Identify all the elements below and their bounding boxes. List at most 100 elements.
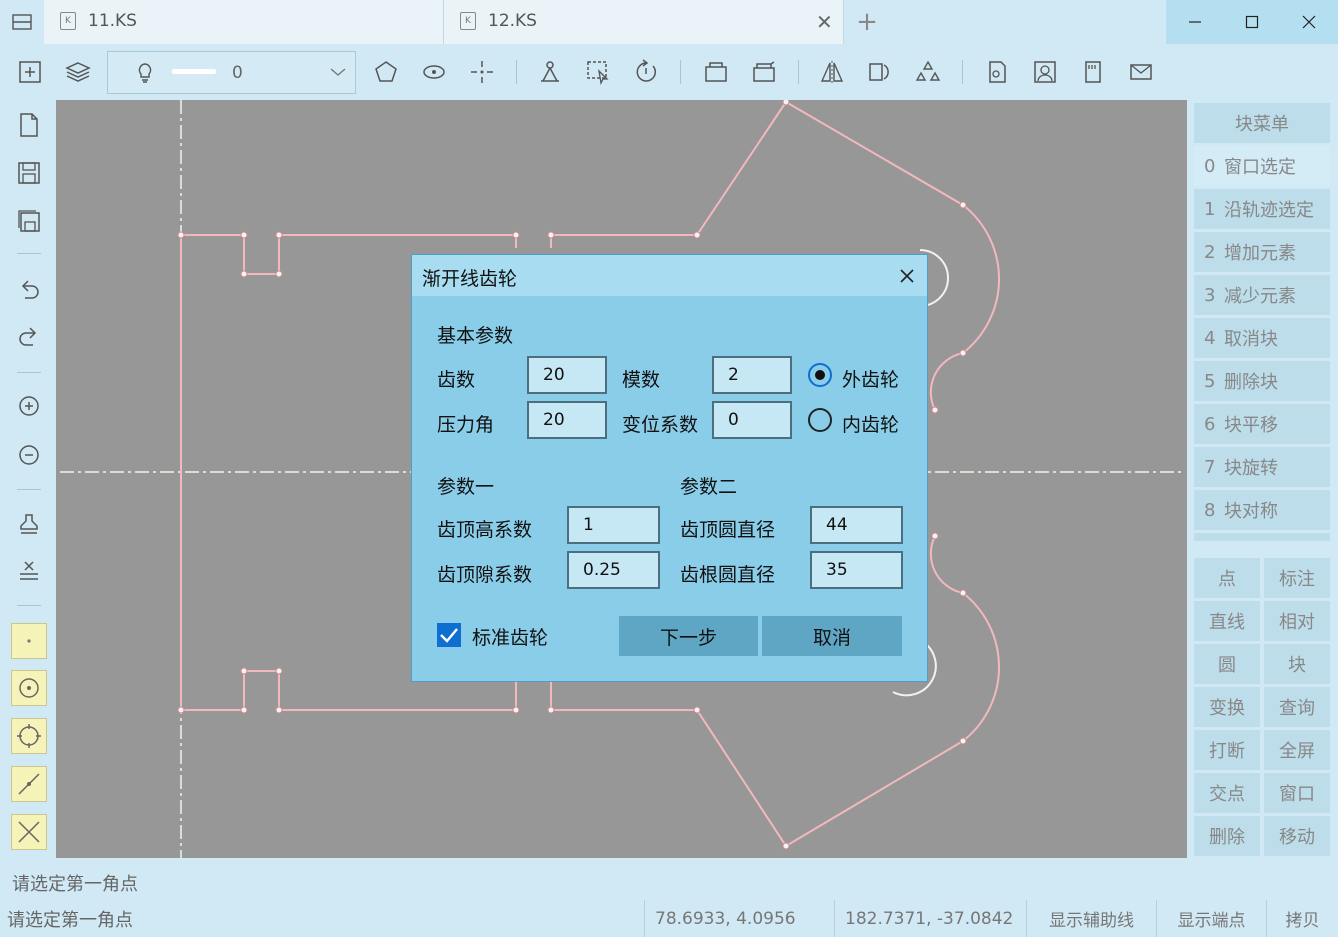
- array-icon[interactable]: [914, 58, 942, 86]
- minimize-icon[interactable]: [1166, 0, 1223, 44]
- intersection-button[interactable]: 交点: [1194, 773, 1260, 813]
- clearance-coef-input[interactable]: 0.25: [567, 551, 660, 589]
- layers-icon[interactable]: [64, 58, 92, 86]
- item-number: 2: [1204, 241, 1216, 263]
- addendum-coef-input[interactable]: 1: [567, 506, 660, 544]
- coord-text: 78.6933, 4.0956: [655, 908, 796, 929]
- block-menu-item[interactable]: 7 块旋转: [1194, 447, 1330, 487]
- block-menu-item[interactable]: 6 块平移: [1194, 404, 1330, 444]
- block-menu-title: 块菜单: [1235, 114, 1289, 135]
- save-icon[interactable]: [14, 158, 44, 188]
- button-label: 删除: [1209, 827, 1245, 848]
- snap-point-icon[interactable]: [11, 623, 47, 659]
- undo-icon[interactable]: [14, 274, 44, 304]
- zoom-out-icon[interactable]: [14, 440, 44, 470]
- input-value: 2: [728, 365, 739, 385]
- crosshair-icon[interactable]: [468, 58, 496, 86]
- dialog-close-icon[interactable]: [899, 268, 915, 284]
- ellipse-icon[interactable]: [420, 58, 448, 86]
- sd-card-icon[interactable]: [1079, 58, 1107, 86]
- item-label: 块旋转: [1224, 458, 1278, 479]
- maximize-icon[interactable]: [1223, 0, 1280, 44]
- title-bar: K 11.KS K 12.KS ✕ +: [0, 0, 1338, 44]
- shift-coef-input[interactable]: 0: [712, 401, 792, 439]
- app-menu-icon[interactable]: [0, 0, 44, 44]
- next-step-button[interactable]: 下一步: [619, 616, 758, 656]
- query-button[interactable]: 查询: [1264, 687, 1330, 727]
- move-button[interactable]: 移动: [1264, 816, 1330, 856]
- chevron-down-icon[interactable]: [330, 67, 346, 77]
- teeth-input[interactable]: 20: [527, 356, 607, 394]
- zoom-in-icon[interactable]: [14, 391, 44, 421]
- polygon-icon[interactable]: [372, 58, 400, 86]
- send-mail-icon[interactable]: [1127, 58, 1155, 86]
- window-button[interactable]: 窗口: [1264, 773, 1330, 813]
- clear-icon[interactable]: [14, 556, 44, 586]
- block-menu-item[interactable]: 8 块对称: [1194, 490, 1330, 530]
- block-menu-item[interactable]: 2 增加元素: [1194, 232, 1330, 272]
- toolbar-separator: [516, 60, 517, 84]
- toolbar-separator: [798, 60, 799, 84]
- new-tab-icon[interactable]: +: [845, 0, 889, 44]
- circle-button[interactable]: 圆: [1194, 644, 1260, 684]
- input-value: 20: [543, 365, 565, 385]
- block-menu-item[interactable]: 0 窗口选定: [1194, 146, 1330, 186]
- fullscreen-button[interactable]: 全屏: [1264, 730, 1330, 770]
- root-diameter-input[interactable]: 35: [810, 551, 903, 589]
- block-menu-item[interactable]: 4 取消块: [1194, 318, 1330, 358]
- mirror-icon[interactable]: [818, 58, 846, 86]
- copy-frame-icon[interactable]: [750, 58, 778, 86]
- compass-icon[interactable]: [536, 58, 564, 86]
- tip-diameter-input[interactable]: 44: [810, 506, 903, 544]
- select-region-icon[interactable]: [584, 58, 612, 86]
- delete-button[interactable]: 删除: [1194, 816, 1260, 856]
- layer-selector[interactable]: 0: [107, 51, 356, 94]
- tab-12-ks[interactable]: K 12.KS ✕: [444, 0, 844, 44]
- block-button[interactable]: 块: [1264, 644, 1330, 684]
- dialog-title-bar: 渐开线齿轮: [412, 255, 927, 296]
- rotate-icon[interactable]: [632, 58, 660, 86]
- relative-button[interactable]: 相对: [1264, 601, 1330, 641]
- move-frame-icon[interactable]: [702, 58, 730, 86]
- snap-intersection-icon[interactable]: [11, 814, 47, 850]
- external-gear-radio[interactable]: [808, 363, 832, 387]
- snap-center-icon[interactable]: [11, 670, 47, 706]
- save-as-icon[interactable]: [14, 206, 44, 236]
- block-menu-item[interactable]: 5 删除块: [1194, 361, 1330, 401]
- snap-midpoint-icon[interactable]: [11, 766, 47, 802]
- doc-search-icon[interactable]: [983, 58, 1011, 86]
- dimension-button[interactable]: 标注: [1264, 558, 1330, 598]
- close-icon[interactable]: [1280, 0, 1337, 44]
- line-button[interactable]: 直线: [1194, 601, 1260, 641]
- break-button[interactable]: 打断: [1194, 730, 1260, 770]
- new-file-icon[interactable]: [14, 110, 44, 140]
- button-label: 圆: [1218, 655, 1236, 676]
- item-number: 7: [1204, 456, 1216, 478]
- tab-11-ks[interactable]: K 11.KS: [44, 0, 444, 44]
- add-frame-icon[interactable]: [16, 58, 44, 86]
- button-label: 打断: [1209, 741, 1245, 762]
- pressure-angle-input[interactable]: 20: [527, 401, 607, 439]
- standard-gear-checkbox[interactable]: [437, 623, 461, 647]
- block-menu-item[interactable]: 1 沿轨迹选定: [1194, 189, 1330, 229]
- show-endpoints-button[interactable]: 显示端点: [1156, 900, 1266, 937]
- block-menu-item[interactable]: 3 减少元素: [1194, 275, 1330, 315]
- show-aux-lines-button[interactable]: 显示辅助线: [1026, 900, 1156, 937]
- cancel-button[interactable]: 取消: [762, 616, 902, 656]
- snap-quadrant-icon[interactable]: [11, 718, 47, 754]
- button-label: 变换: [1209, 698, 1245, 719]
- command-line[interactable]: 请选定第一角点: [0, 858, 1338, 902]
- module-input[interactable]: 2: [712, 356, 792, 394]
- transform-button[interactable]: 变换: [1194, 687, 1260, 727]
- stamp-icon[interactable]: [14, 509, 44, 539]
- point-button[interactable]: 点: [1194, 558, 1260, 598]
- lightbulb-icon[interactable]: [136, 62, 154, 84]
- tab-close-icon[interactable]: ✕: [816, 10, 833, 34]
- internal-gear-radio[interactable]: [808, 408, 832, 432]
- block-menu-header: 块菜单: [1194, 103, 1330, 143]
- copy-button[interactable]: 拷贝: [1266, 900, 1338, 937]
- status-prompt: 请选定第一角点: [7, 910, 133, 931]
- redo-icon[interactable]: [14, 321, 44, 351]
- user-frame-icon[interactable]: [1031, 58, 1059, 86]
- rotate-copy-icon[interactable]: [866, 58, 894, 86]
